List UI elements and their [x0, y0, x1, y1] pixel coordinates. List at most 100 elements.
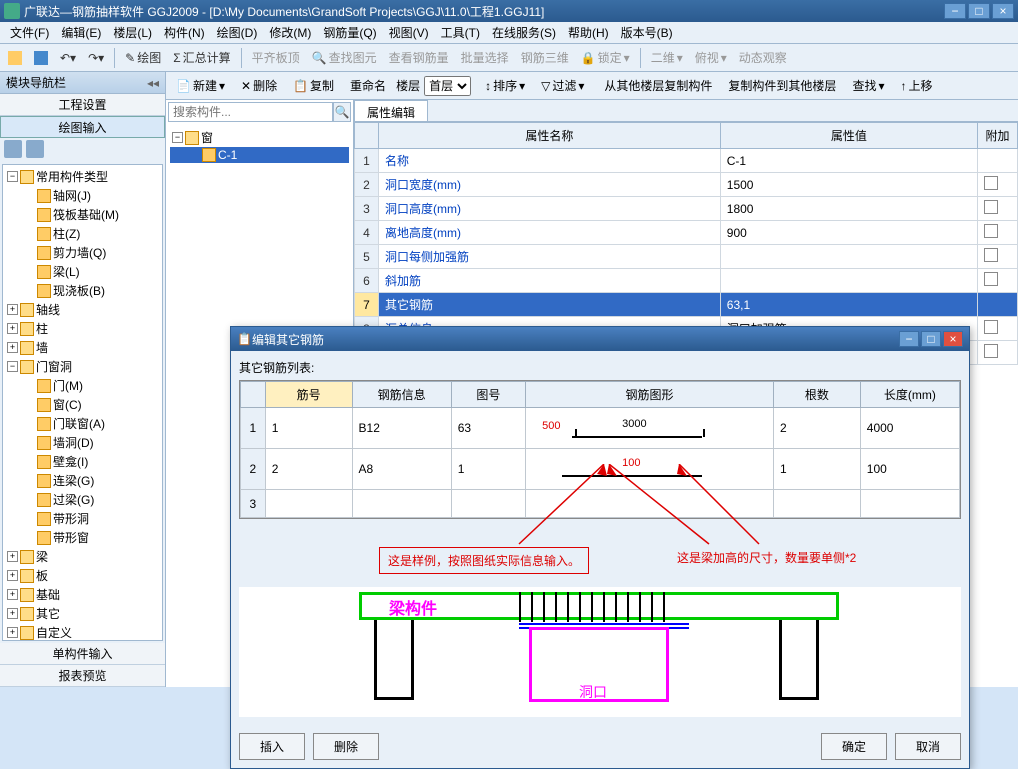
inner-tree-c1[interactable]: C-1 — [170, 147, 349, 163]
col-barnum[interactable]: 筋号 — [265, 382, 352, 408]
section-single[interactable]: 单构件输入 — [0, 643, 165, 665]
checkbox[interactable] — [984, 320, 998, 334]
floor-select[interactable]: 首层 — [424, 76, 471, 96]
batch-button[interactable]: 批量选择 — [457, 47, 513, 68]
tree-cat-opening[interactable]: −门窗洞 — [5, 357, 160, 376]
dialog-close-button[interactable]: × — [943, 331, 963, 347]
col-shape[interactable]: 钢筋图形 — [526, 382, 774, 408]
menu-rebar[interactable]: 钢筋量(Q) — [317, 22, 382, 43]
menu-help[interactable]: 帮助(H) — [562, 22, 615, 43]
tree-door[interactable]: 门(M) — [5, 376, 160, 395]
dialog-minimize-button[interactable]: − — [899, 331, 919, 347]
tree-wallhole[interactable]: 墙洞(D) — [5, 433, 160, 452]
tree-strip-window[interactable]: 带形窗 — [5, 528, 160, 547]
tree-cat-beam[interactable]: +梁 — [5, 547, 160, 566]
menu-view[interactable]: 视图(V) — [383, 22, 435, 43]
search-input[interactable] — [168, 102, 333, 122]
rebar3d-button[interactable]: 钢筋三维 — [517, 47, 573, 68]
find-button[interactable]: 🔍 查找图元 — [308, 47, 381, 68]
maximize-button[interactable]: □ — [968, 3, 990, 19]
menu-draw[interactable]: 绘图(D) — [211, 22, 264, 43]
inner-tree-root[interactable]: −窗 — [170, 128, 349, 147]
moveup-button[interactable]: ↑上移 — [894, 75, 938, 96]
tree-cat-other[interactable]: +其它 — [5, 604, 160, 623]
checkbox[interactable] — [984, 176, 998, 190]
view2d-button[interactable]: 二维▾ — [647, 47, 687, 68]
draw-button[interactable]: ✎ 绘图 — [121, 47, 165, 68]
tree-item-beam[interactable]: 梁(L) — [5, 262, 160, 281]
tree-cat-wall[interactable]: +墙 — [5, 338, 160, 357]
tab-property[interactable]: 属性编辑 — [354, 100, 428, 121]
sum-button[interactable]: Σ 汇总计算 — [169, 47, 234, 68]
menu-online[interactable]: 在线服务(S) — [486, 22, 562, 43]
checkbox[interactable] — [984, 200, 998, 214]
search-button[interactable]: 查找▾ — [846, 75, 890, 96]
copyto-button[interactable]: 复制构件到其他楼层 — [722, 75, 842, 96]
lock-button[interactable]: 🔒 锁定▾ — [577, 47, 634, 68]
menu-component[interactable]: 构件(N) — [158, 22, 211, 43]
new-button[interactable]: 📄新建▾ — [170, 75, 231, 96]
tree-lintel[interactable]: 过梁(G) — [5, 490, 160, 509]
findbar-button[interactable]: 查看钢筋量 — [385, 47, 453, 68]
col-fignum[interactable]: 图号 — [451, 382, 525, 408]
tree-cat-axis[interactable]: +轴线 — [5, 300, 160, 319]
menu-edit[interactable]: 编辑(E) — [55, 22, 107, 43]
col-count[interactable]: 根数 — [774, 382, 861, 408]
menu-tools[interactable]: 工具(T) — [435, 22, 486, 43]
dialog-maximize-button[interactable]: □ — [921, 331, 941, 347]
tree-doorwindow[interactable]: 门联窗(A) — [5, 414, 160, 433]
redo-button[interactable]: ↷▾ — [84, 49, 108, 67]
tree-couplingbeam[interactable]: 连梁(G) — [5, 471, 160, 490]
section-project[interactable]: 工程设置 — [0, 94, 165, 116]
checkbox[interactable] — [984, 248, 998, 262]
col-length[interactable]: 长度(mm) — [860, 382, 959, 408]
dialog-delete-button[interactable]: 删除 — [313, 733, 379, 760]
section-draw[interactable]: 绘图输入 — [0, 116, 165, 138]
tree-cat-foundation[interactable]: +基础 — [5, 585, 160, 604]
close-button[interactable]: × — [992, 3, 1014, 19]
tree-root[interactable]: −常用构件类型 — [5, 167, 160, 186]
rebar-list-label: 其它钢筋列表: — [239, 359, 961, 376]
nav-collapse-icon[interactable]: ◂◂ — [147, 76, 159, 90]
checkbox[interactable] — [984, 344, 998, 358]
col-barinfo[interactable]: 钢筋信息 — [352, 382, 451, 408]
dyn-button[interactable]: 动态观察 — [735, 47, 791, 68]
checkbox[interactable] — [984, 224, 998, 238]
search-go-button[interactable]: 🔍 — [333, 102, 351, 122]
minimize-button[interactable]: − — [944, 3, 966, 19]
tree-item-shearwall[interactable]: 剪力墙(Q) — [5, 243, 160, 262]
menu-version[interactable]: 版本号(B) — [615, 22, 679, 43]
save-button[interactable] — [30, 49, 52, 67]
cancel-button[interactable]: 取消 — [895, 733, 961, 760]
tree-cat-slab[interactable]: +板 — [5, 566, 160, 585]
open-button[interactable] — [4, 49, 26, 67]
look-button[interactable]: 俯视▾ — [691, 47, 731, 68]
filter-button[interactable]: ▽过滤▾ — [535, 75, 590, 96]
copy-button[interactable]: 📋复制 — [287, 75, 340, 96]
delete-button[interactable]: ✕删除 — [235, 75, 283, 96]
tree-cat-column[interactable]: +柱 — [5, 319, 160, 338]
tree-item-column[interactable]: 柱(Z) — [5, 224, 160, 243]
ok-button[interactable]: 确定 — [821, 733, 887, 760]
tree-item-slab[interactable]: 现浇板(B) — [5, 281, 160, 300]
sort-button[interactable]: ↕排序▾ — [479, 75, 531, 96]
copyfrom-button[interactable]: 从其他楼层复制构件 — [598, 75, 718, 96]
undo-button[interactable]: ↶▾ — [56, 49, 80, 67]
tree-strip-hole[interactable]: 带形洞 — [5, 509, 160, 528]
tree-cat-custom[interactable]: +自定义 — [5, 623, 160, 641]
nav-icon-1[interactable] — [4, 140, 22, 158]
menu-modify[interactable]: 修改(M) — [263, 22, 317, 43]
insert-button[interactable]: 插入 — [239, 733, 305, 760]
tree-niche[interactable]: 壁龛(I) — [5, 452, 160, 471]
section-report[interactable]: 报表预览 — [0, 665, 165, 687]
tree-item-axis[interactable]: 轴网(J) — [5, 186, 160, 205]
menu-file[interactable]: 文件(F) — [4, 22, 55, 43]
rename-button[interactable]: 重命名 — [344, 75, 392, 96]
nav-icon-2[interactable] — [26, 140, 44, 158]
tree-window[interactable]: 窗(C) — [5, 395, 160, 414]
checkbox[interactable] — [984, 272, 998, 286]
dialog-titlebar[interactable]: 📋 编辑其它钢筋 − □ × — [231, 327, 969, 351]
menu-floor[interactable]: 楼层(L) — [107, 22, 158, 43]
tree-item-raft[interactable]: 筏板基础(M) — [5, 205, 160, 224]
flat-button[interactable]: 平齐板顶 — [248, 47, 304, 68]
